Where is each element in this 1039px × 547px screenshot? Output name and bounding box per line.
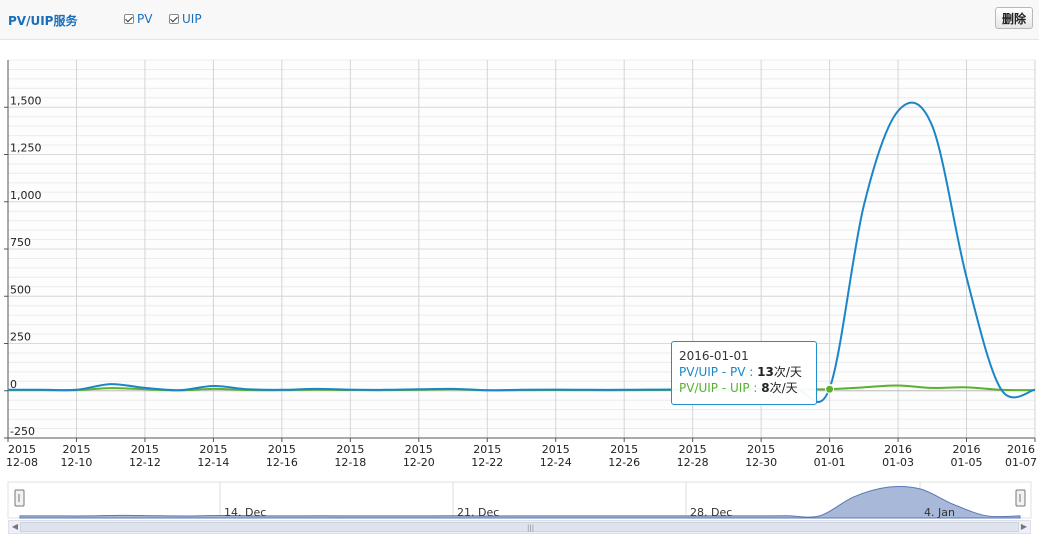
line-chart: -25002505007501,0001,2501,500 201512-082… bbox=[4, 59, 1037, 519]
x-tick-label: 2015 bbox=[8, 443, 36, 456]
uip-checkbox-label: UIP bbox=[182, 12, 202, 26]
x-tick-label: 2016 bbox=[1007, 443, 1035, 456]
x-tick-label: 12-22 bbox=[471, 456, 503, 469]
y-tick-label: -250 bbox=[10, 425, 35, 438]
x-tick-label: 2016 bbox=[816, 443, 844, 456]
x-tick-label: 2015 bbox=[199, 443, 227, 456]
grip-icon: ||| bbox=[527, 524, 535, 532]
x-tick-label: 12-24 bbox=[540, 456, 572, 469]
tooltip-pv-unit: 次/天 bbox=[773, 365, 802, 379]
tooltip-uip-value: 8 bbox=[761, 381, 770, 395]
x-tick-label: 12-16 bbox=[266, 456, 298, 469]
x-tick-label: 2015 bbox=[610, 443, 638, 456]
x-tick-label: 2016 bbox=[953, 443, 981, 456]
x-tick-label: 2015 bbox=[62, 443, 90, 456]
pv-checkbox-label: PV bbox=[137, 12, 153, 26]
panel-title: PV/UIP服务 bbox=[8, 14, 78, 28]
x-tick-label: 12-18 bbox=[334, 456, 366, 469]
y-tick-label: 750 bbox=[10, 236, 31, 249]
tooltip-pv-row: PV/UIP - PV : 13次/天 bbox=[679, 364, 809, 380]
y-tick-label: 500 bbox=[10, 283, 31, 296]
x-tick-label: 2015 bbox=[473, 443, 501, 456]
delete-button[interactable]: 删除 bbox=[994, 7, 1033, 29]
navigator-label: 28. Dec bbox=[690, 506, 732, 519]
highlight-point-uip bbox=[825, 384, 835, 394]
checkbox-checked-icon[interactable] bbox=[124, 14, 134, 24]
x-tick-label: 01-05 bbox=[951, 456, 983, 469]
x-tick-label: 01-01 bbox=[814, 456, 846, 469]
pv-checkbox[interactable]: PV bbox=[124, 12, 152, 26]
tooltip-uip-unit: 次/天 bbox=[769, 381, 798, 395]
tooltip-pv-value: 13 bbox=[757, 365, 774, 379]
x-tick-label: 2015 bbox=[131, 443, 159, 456]
tooltip-uip-label: PV/UIP - UIP : bbox=[679, 381, 762, 395]
x-tick-label: 01-03 bbox=[882, 456, 914, 469]
x-tick-label: 12-08 bbox=[6, 456, 38, 469]
range-navigator[interactable]: 14. Dec 21. Dec 28. Dec 4. Jan bbox=[7, 481, 1032, 519]
y-tick-label: 1,250 bbox=[10, 142, 42, 155]
scrollbar-thumb[interactable]: ||| bbox=[20, 522, 1019, 532]
y-tick-label: 1,000 bbox=[10, 189, 42, 202]
x-tick-label: 01-07 bbox=[1005, 456, 1037, 469]
tooltip-date: 2016-01-01 bbox=[679, 349, 749, 363]
navigator-label: 4. Jan bbox=[924, 506, 955, 519]
x-tick-label: 12-26 bbox=[608, 456, 640, 469]
x-tick-label: 12-30 bbox=[745, 456, 777, 469]
checkbox-checked-icon[interactable] bbox=[169, 14, 179, 24]
x-tick-label: 2015 bbox=[405, 443, 433, 456]
tooltip-pv-label: PV/UIP - PV : bbox=[679, 365, 758, 379]
x-tick-label: 12-20 bbox=[403, 456, 435, 469]
y-tick-label: 1,500 bbox=[10, 94, 42, 107]
panel-header: PV/UIP服务 PV UIP 删除 bbox=[0, 0, 1039, 40]
tooltip-uip-row: PV/UIP - UIP : 8次/天 bbox=[679, 380, 809, 396]
x-tick-label: 2016 bbox=[884, 443, 912, 456]
x-tick-label: 12-12 bbox=[129, 456, 161, 469]
chart-tooltip: 2016-01-01 PV/UIP - PV : 13次/天 PV/UIP - … bbox=[671, 341, 817, 405]
navigator-label: 21. Dec bbox=[457, 506, 499, 519]
x-tick-label: 12-14 bbox=[197, 456, 229, 469]
y-tick-label: 0 bbox=[10, 378, 17, 391]
x-tick-label: 12-28 bbox=[677, 456, 709, 469]
x-tick-label: 2015 bbox=[542, 443, 570, 456]
x-tick-label: 12-10 bbox=[60, 456, 92, 469]
x-tick-label: 2015 bbox=[268, 443, 296, 456]
y-tick-label: 250 bbox=[10, 331, 31, 344]
scroll-right-icon[interactable]: ▶ bbox=[1018, 521, 1030, 533]
navigator-scrollbar[interactable]: ◀ ||| ▶ bbox=[8, 520, 1031, 534]
x-tick-label: 2015 bbox=[336, 443, 364, 456]
navigator-label: 14. Dec bbox=[224, 506, 266, 519]
x-tick-label: 2015 bbox=[679, 443, 707, 456]
x-tick-label: 2015 bbox=[747, 443, 775, 456]
uip-checkbox[interactable]: UIP bbox=[169, 12, 202, 26]
